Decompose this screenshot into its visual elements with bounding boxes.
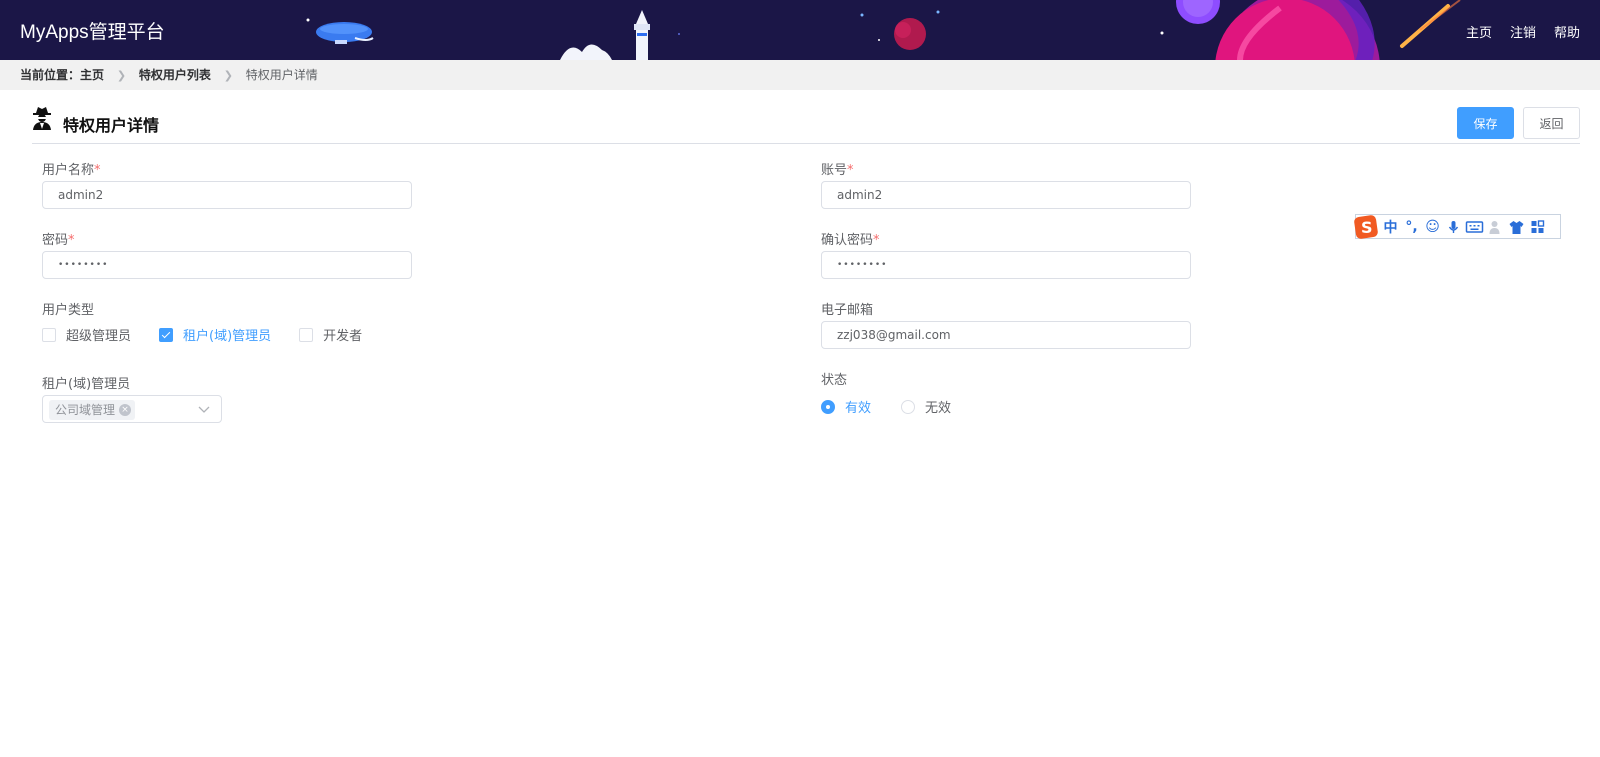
checkbox-box-checked[interactable] [159, 327, 174, 342]
breadcrumb-home[interactable]: 当前位置：主页 [20, 60, 104, 90]
account-input[interactable] [821, 181, 1191, 209]
username-label: 用户名称* [42, 163, 101, 178]
nav-home-link[interactable]: 主页 [1466, 22, 1492, 41]
back-button[interactable]: 返回 [1523, 107, 1580, 139]
mic-icon[interactable] [1443, 219, 1464, 235]
user-icon[interactable] [1485, 219, 1506, 235]
email-label: 电子邮箱 [821, 303, 874, 318]
page-title: 特权用户详情 [63, 116, 160, 135]
radio-dot-checked[interactable] [821, 399, 835, 414]
user-type-checkbox-group: 超级管理员 租户(域)管理员 开发者 [42, 325, 390, 344]
page-title-bar: 特权用户详情 保存 返回 [32, 104, 1580, 144]
tenant-admin-select[interactable]: 公司域管理 × [42, 395, 222, 423]
radio-invalid[interactable]: 无效 [901, 397, 951, 416]
nav-logout-link[interactable]: 注销 [1510, 22, 1536, 41]
tag-close-icon[interactable]: × [119, 404, 132, 416]
emoji-icon[interactable]: ☺ [1422, 219, 1443, 235]
checkbox-box[interactable] [42, 327, 56, 342]
save-button[interactable]: 保存 [1457, 107, 1514, 139]
checkbox-tenant-admin[interactable]: 租户(域)管理员 [159, 325, 271, 344]
radio-valid[interactable]: 有效 [821, 397, 871, 416]
checkbox-super-admin[interactable]: 超级管理员 [42, 325, 131, 344]
top-header: MyApps管理平台 主页 注销 帮助 [0, 0, 1600, 60]
chevron-right-icon: ❯ [116, 69, 127, 82]
header-space-illustration [306, 0, 1461, 60]
breadcrumb-user-list[interactable]: 特权用户列表 [139, 60, 211, 90]
shirt-icon[interactable] [1506, 219, 1527, 235]
spy-user-icon [33, 107, 51, 130]
ime-punctuation[interactable]: °, [1401, 219, 1422, 235]
ime-toolbar: S 中 °, ☺ [1354, 214, 1561, 239]
tenant-admin-label: 租户(域)管理员 [42, 377, 131, 392]
password-input[interactable] [42, 251, 412, 279]
grid-icon[interactable] [1527, 219, 1548, 235]
password-label: 密码* [42, 233, 75, 248]
email-input[interactable] [821, 321, 1191, 349]
confirm-password-input[interactable] [821, 251, 1191, 279]
ime-chinese-mode[interactable]: 中 [1380, 217, 1401, 237]
breadcrumb: 当前位置：主页 ❯ 特权用户列表 ❯ 特权用户详情 [0, 60, 1600, 90]
account-label: 账号* [821, 163, 854, 178]
nav-help-link[interactable]: 帮助 [1554, 22, 1580, 41]
svg-text:S: S [1361, 218, 1373, 237]
app-title: MyApps管理平台 [20, 22, 165, 43]
radio-dot[interactable] [901, 399, 916, 414]
keyboard-icon[interactable] [1464, 220, 1485, 234]
breadcrumb-current: 特权用户详情 [245, 68, 318, 82]
status-label: 状态 [821, 373, 848, 388]
user-type-label: 用户类型 [42, 303, 95, 318]
chevron-down-icon[interactable] [197, 402, 211, 416]
chevron-right-icon: ❯ [223, 69, 233, 82]
sogou-logo-icon[interactable]: S [1354, 214, 1380, 239]
selected-tag: 公司域管理 × [49, 400, 136, 420]
confirm-password-label: 确认密码* [821, 233, 880, 248]
checkbox-box[interactable] [299, 327, 314, 342]
checkbox-developer[interactable]: 开发者 [299, 325, 362, 344]
header-nav: 主页 注销 帮助 [1466, 22, 1580, 41]
username-input[interactable] [42, 181, 412, 209]
status-radio-group: 有效 无效 [821, 397, 981, 416]
